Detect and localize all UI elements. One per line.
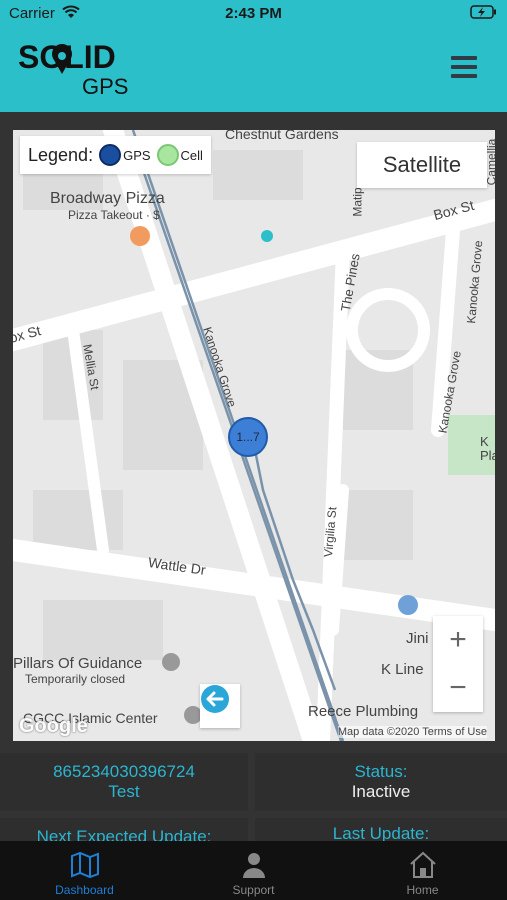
tab-support-label: Support (232, 883, 275, 897)
last-update-card: Last Update: (255, 818, 507, 841)
status-label: Status: (354, 762, 408, 781)
tab-bar: Dashboard Support Home (0, 841, 507, 900)
gps-cluster-marker[interactable]: 1...7 (228, 417, 268, 457)
arrow-left-icon (201, 685, 229, 713)
status-value: Inactive (351, 782, 411, 801)
last-update-label: Last Update: (332, 824, 430, 841)
battery-icon (470, 5, 498, 23)
status-bar: Carrier 2:43 PM (0, 0, 507, 26)
map-attribution[interactable]: Map data ©2020 Terms of Use (337, 726, 487, 738)
device-name: Test (108, 782, 140, 801)
map-label-jini: Jini (406, 630, 429, 647)
app-header: SOLID GPS (0, 26, 507, 112)
status-card: Status: Inactive (255, 753, 507, 811)
cell-legend-dot (156, 144, 179, 166)
next-update-label: Next Expected Update: (36, 827, 212, 841)
legend-gps-label: GPS (123, 147, 151, 163)
tab-dashboard[interactable]: Dashboard (0, 841, 169, 900)
zoom-controls: + − (433, 616, 483, 712)
person-icon (242, 853, 265, 878)
map-label-reece: Reece Plumbing (308, 703, 419, 720)
clock: 2:43 PM (225, 5, 282, 22)
gps-legend-dot (99, 144, 122, 166)
tab-dashboard-label: Dashboard (55, 883, 114, 897)
menu-icon (451, 56, 477, 60)
svg-text:GPS: GPS (82, 74, 128, 99)
legend-cell-label: Cell (180, 147, 203, 163)
legend-title: Legend: (28, 144, 94, 165)
home-icon (409, 851, 436, 878)
zoom-out-button[interactable]: − (433, 664, 483, 712)
google-logo: Google (19, 715, 88, 737)
menu-button[interactable] (451, 56, 477, 80)
map-label-temp-closed: Temporarily closed (25, 672, 126, 686)
satellite-button[interactable]: Satellite (357, 142, 487, 188)
next-update-card: Next Expected Update: (0, 818, 248, 841)
solid-gps-logo: SOLID GPS (18, 38, 148, 100)
tab-home-label: Home (406, 883, 439, 897)
tab-support[interactable]: Support (169, 841, 338, 900)
map-icon (70, 851, 99, 879)
map-label-kline: K Line (381, 661, 424, 678)
map-legend: Legend: GPS Cell (20, 136, 211, 174)
map-label-kpla: K Pla (480, 434, 495, 463)
zoom-in-button[interactable]: + (433, 616, 483, 664)
back-button[interactable] (200, 684, 240, 728)
device-card: 865234030396724 Test (0, 753, 248, 811)
tab-home[interactable]: Home (338, 841, 507, 900)
map-label-broadway: Broadway Pizza (50, 190, 165, 207)
device-id: 865234030396724 (53, 762, 195, 781)
map-label-matip: Matip (350, 187, 365, 217)
map-label-pizza: Pizza Takeout · $ (68, 208, 160, 222)
map-label-chestnut: Chestnut Gardens (225, 130, 339, 142)
map-view[interactable]: Chestnut Gardens Broadway Pizza Pizza Ta… (13, 130, 495, 741)
map-label-pillars: Pillars Of Guidance (13, 655, 143, 672)
